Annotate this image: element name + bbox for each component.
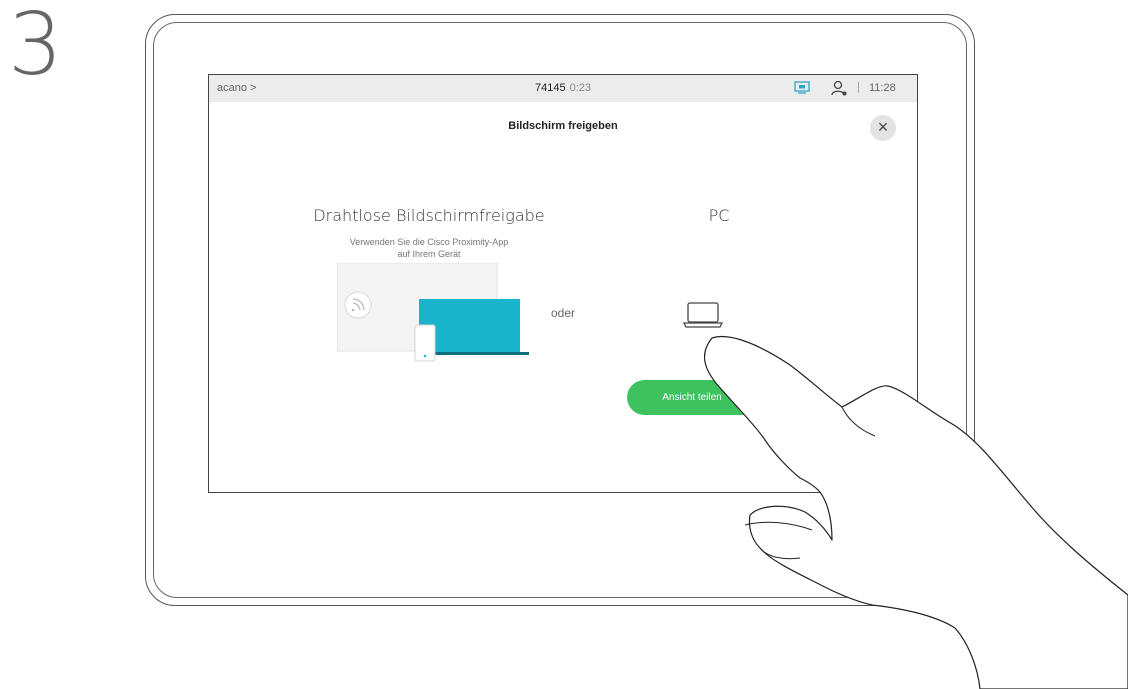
dialog-title: Bildschirm freigeben	[508, 120, 618, 132]
share-view-button[interactable]: Ansicht teilen	[627, 380, 777, 415]
or-label: oder	[551, 306, 576, 320]
laptop-icon	[683, 302, 723, 328]
clock: 11:28	[869, 82, 896, 94]
wireless-share-desc-line2: auf Ihrem Gerät	[397, 249, 461, 259]
person-icon[interactable]	[831, 80, 847, 96]
step-number: 3	[8, 0, 63, 95]
wireless-share-title: Drahtlose Bildschirmfreigabe	[313, 206, 545, 225]
wireless-share-desc-line1: Verwenden Sie die Cisco Proximity-App	[349, 237, 509, 247]
call-number: 74145	[534, 82, 566, 94]
wireless-share-description: Verwenden Sie die Cisco Proximity-App au…	[309, 236, 549, 260]
status-bar: acano > 74145 0:23 | 11:28	[209, 75, 917, 102]
touch-screen: acano > 74145 0:23 | 11:28 Bildschirm fre…	[208, 74, 918, 493]
call-info: 74145 0:23	[209, 82, 917, 94]
pc-title: PC	[708, 206, 730, 225]
separator: |	[857, 81, 860, 93]
close-button[interactable]: ×	[870, 115, 896, 141]
screen-share-icon[interactable]	[794, 81, 810, 94]
call-duration: 0:23	[569, 82, 591, 94]
proximity-illustration	[337, 263, 529, 362]
